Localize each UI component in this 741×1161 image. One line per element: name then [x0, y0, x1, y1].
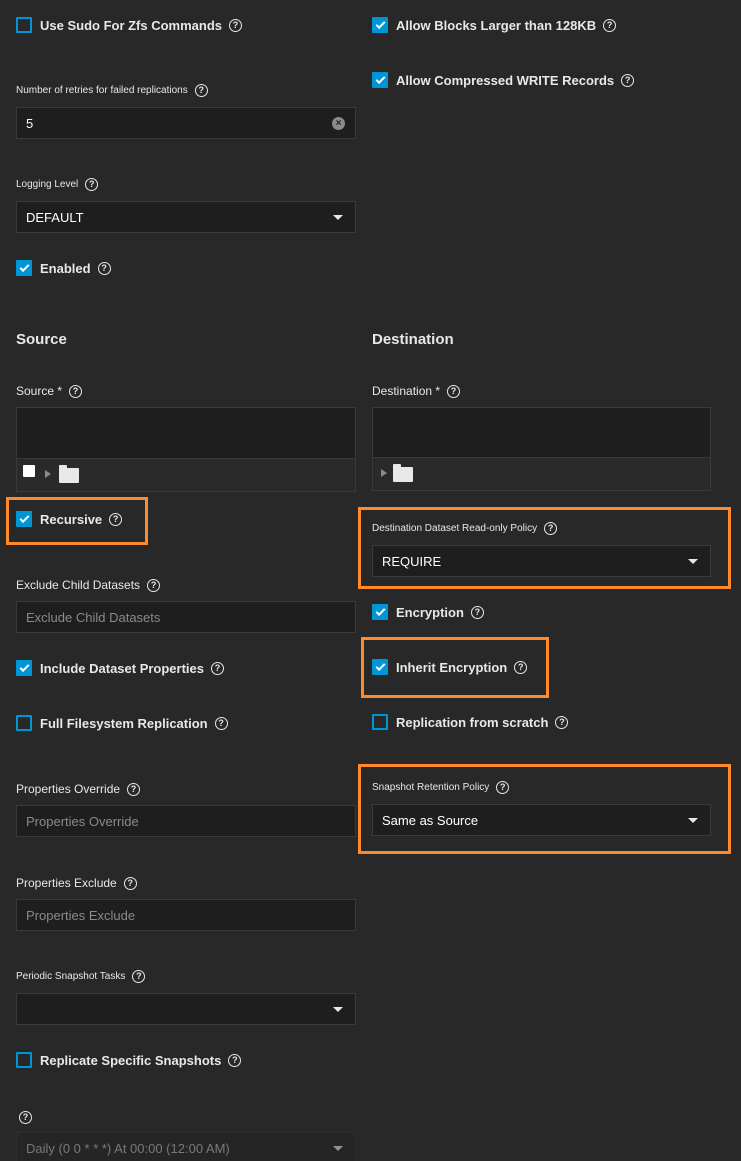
large-blocks-label: Allow Blocks Larger than 128KB	[396, 17, 597, 33]
source-label: Source *	[16, 384, 63, 398]
help-icon[interactable]: ?	[621, 73, 635, 87]
logging-value: DEFAULT	[26, 209, 84, 225]
include-props-checkbox-row[interactable]: Include Dataset Properties ?	[16, 658, 224, 678]
destination-label-row: Destination * ?	[372, 384, 461, 398]
props-exclude-input[interactable]: Properties Exclude	[16, 899, 356, 931]
enabled-label: Enabled	[40, 260, 91, 276]
large-blocks-checkbox[interactable]	[372, 17, 388, 33]
schedule-help-row: ?	[12, 1111, 32, 1124]
props-exclude-label-row: Properties Exclude ?	[16, 876, 137, 890]
schedule-select: Daily (0 0 * * *) At 00:00 (12:00 AM)	[16, 1132, 356, 1161]
props-exclude-placeholder: Properties Exclude	[26, 907, 136, 923]
replicate-specific-label: Replicate Specific Snapshots	[40, 1052, 222, 1068]
highlight-recursive	[6, 497, 148, 545]
props-override-label-row: Properties Override ?	[16, 782, 141, 796]
use-sudo-checkbox[interactable]	[16, 17, 32, 33]
help-icon[interactable]: ?	[447, 384, 461, 398]
props-override-placeholder: Properties Override	[26, 813, 139, 829]
destination-tree[interactable]	[372, 407, 711, 491]
clear-icon[interactable]: ×	[332, 117, 345, 130]
compressed-checkbox-row[interactable]: Allow Compressed WRITE Records ?	[372, 70, 635, 90]
full-fs-checkbox[interactable]	[16, 715, 32, 731]
chevron-down-icon	[333, 215, 343, 220]
replicate-specific-checkbox[interactable]	[16, 1052, 32, 1068]
retries-label: Number of retries for failed replication…	[16, 85, 188, 96]
help-icon[interactable]: ?	[555, 715, 569, 729]
from-scratch-checkbox-row[interactable]: Replication from scratch ?	[372, 712, 569, 732]
help-icon[interactable]: ?	[97, 261, 111, 275]
expand-arrow-icon[interactable]	[381, 469, 387, 477]
logging-label: Logging Level	[16, 179, 79, 190]
enabled-checkbox-row[interactable]: Enabled ?	[16, 258, 111, 278]
retries-input[interactable]: 5 ×	[16, 107, 356, 139]
use-sudo-checkbox-row[interactable]: Use Sudo For Zfs Commands ?	[16, 15, 243, 35]
large-blocks-checkbox-row[interactable]: Allow Blocks Larger than 128KB ?	[372, 15, 617, 35]
help-icon[interactable]: ?	[603, 18, 617, 32]
help-icon[interactable]: ?	[127, 782, 141, 796]
logging-select[interactable]: DEFAULT	[16, 201, 356, 233]
retries-value: 5	[26, 115, 34, 131]
help-icon[interactable]: ?	[211, 661, 224, 675]
folder-icon	[59, 465, 79, 483]
help-icon[interactable]: ?	[470, 605, 484, 619]
include-props-label: Include Dataset Properties	[40, 660, 204, 676]
props-override-input[interactable]: Properties Override	[16, 805, 356, 837]
encryption-checkbox[interactable]	[372, 604, 388, 620]
folder-icon	[393, 464, 413, 482]
help-icon[interactable]: ?	[123, 876, 137, 890]
help-icon[interactable]: ?	[229, 18, 243, 32]
exclude-child-label-row: Exclude Child Datasets ?	[16, 578, 161, 592]
periodic-label: Periodic Snapshot Tasks	[16, 971, 126, 982]
periodic-select[interactable]	[16, 993, 356, 1025]
exclude-child-input[interactable]: Exclude Child Datasets	[16, 601, 356, 633]
props-override-label: Properties Override	[16, 782, 121, 796]
expand-arrow-icon[interactable]	[45, 470, 51, 478]
destination-label: Destination *	[372, 384, 441, 398]
help-icon[interactable]: ?	[69, 384, 83, 398]
retries-label-row: Number of retries for failed replication…	[16, 84, 208, 97]
chevron-down-icon	[333, 1146, 343, 1151]
highlight-retention-policy	[358, 764, 731, 854]
source-label-row: Source * ?	[16, 384, 83, 398]
help-icon[interactable]: ?	[147, 578, 161, 592]
help-icon[interactable]: ?	[132, 970, 146, 983]
help-icon[interactable]: ?	[228, 1053, 242, 1067]
include-props-checkbox[interactable]	[16, 660, 32, 676]
compressed-label: Allow Compressed WRITE Records	[396, 72, 615, 88]
destination-section-title: Destination	[372, 331, 454, 348]
use-sudo-label: Use Sudo For Zfs Commands	[40, 17, 223, 33]
full-fs-label: Full Filesystem Replication	[40, 715, 208, 731]
help-icon[interactable]: ?	[85, 178, 99, 191]
source-tree-node[interactable]	[17, 458, 355, 491]
source-tree[interactable]	[16, 407, 356, 492]
source-section-title: Source	[16, 331, 67, 348]
periodic-label-row: Periodic Snapshot Tasks ?	[16, 970, 146, 983]
destination-tree-node[interactable]	[373, 457, 710, 490]
schedule-value: Daily (0 0 * * *) At 00:00 (12:00 AM)	[26, 1140, 230, 1156]
exclude-child-placeholder: Exclude Child Datasets	[26, 609, 161, 625]
props-exclude-label: Properties Exclude	[16, 876, 117, 890]
highlight-readonly-policy	[358, 507, 731, 589]
chevron-down-icon	[333, 1007, 343, 1012]
enabled-checkbox[interactable]	[16, 260, 32, 276]
from-scratch-label: Replication from scratch	[396, 714, 549, 730]
from-scratch-checkbox[interactable]	[372, 714, 388, 730]
help-icon[interactable]: ?	[214, 716, 228, 730]
highlight-inherit-encryption	[361, 637, 549, 698]
encryption-checkbox-row[interactable]: Encryption ?	[372, 602, 484, 622]
full-fs-checkbox-row[interactable]: Full Filesystem Replication ?	[16, 713, 228, 733]
replicate-specific-checkbox-row[interactable]: Replicate Specific Snapshots ?	[16, 1050, 242, 1070]
help-icon[interactable]: ?	[19, 1111, 32, 1124]
compressed-checkbox[interactable]	[372, 72, 388, 88]
source-node-checkbox[interactable]	[23, 465, 35, 477]
help-icon[interactable]: ?	[194, 84, 208, 97]
encryption-label: Encryption	[396, 604, 464, 620]
exclude-child-label: Exclude Child Datasets	[16, 578, 141, 592]
logging-label-row: Logging Level ?	[16, 178, 99, 191]
